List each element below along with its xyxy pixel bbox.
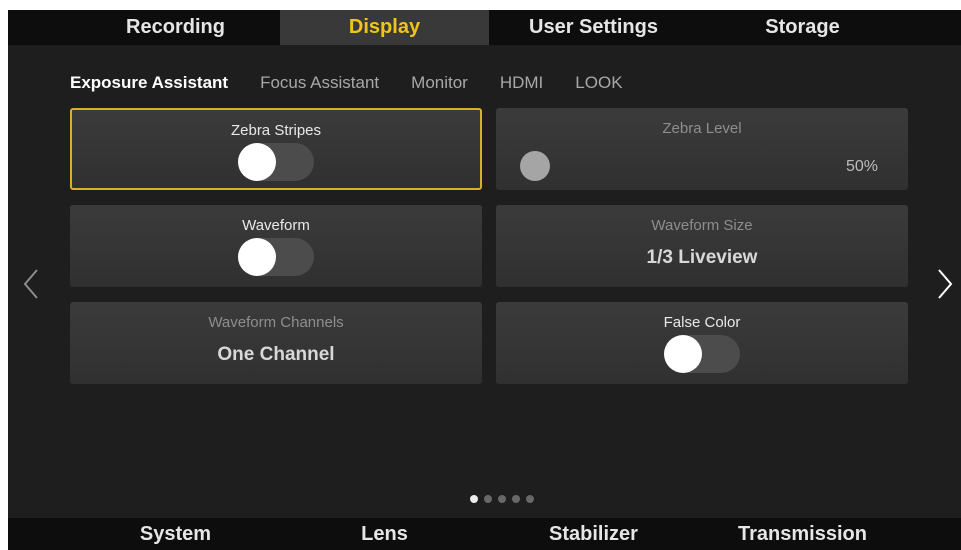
waveform-toggle[interactable]	[238, 238, 314, 276]
waveform-channels-value: One Channel	[217, 344, 335, 365]
subtab-monitor[interactable]: Monitor	[411, 73, 468, 93]
waveform-size-label: Waveform Size	[651, 217, 753, 234]
top-tab-bar: Recording Display User Settings Storage	[8, 10, 961, 45]
sub-tab-bar: Exposure Assistant Focus Assistant Monit…	[70, 73, 623, 93]
page-dot	[526, 495, 534, 503]
zebra-level-label: Zebra Level	[662, 120, 742, 137]
page-dot	[470, 495, 478, 503]
waveform-size-value: 1/3 Liveview	[646, 247, 758, 268]
tab-system[interactable]: System	[71, 518, 280, 550]
tab-transmission[interactable]: Transmission	[698, 518, 907, 550]
false-color-card[interactable]: False Color	[496, 302, 908, 384]
page-dot	[498, 495, 506, 503]
chevron-left-icon[interactable]	[22, 268, 40, 300]
bottom-tab-bar: System Lens Stabilizer Transmission	[8, 518, 961, 550]
false-color-label: False Color	[663, 314, 741, 331]
page-indicator	[470, 495, 534, 503]
zebra-level-value: 50%	[845, 158, 878, 175]
toggle-knob	[238, 238, 276, 276]
toggle-knob	[238, 143, 276, 181]
false-color-toggle[interactable]	[664, 335, 740, 373]
tab-stabilizer[interactable]: Stabilizer	[489, 518, 698, 550]
waveform-channels-label: Waveform Channels	[208, 314, 344, 331]
tab-display[interactable]: Display	[280, 10, 489, 45]
waveform-card[interactable]: Waveform	[70, 205, 482, 287]
waveform-size-card[interactable]: Waveform Size 1/3 Liveview	[496, 205, 908, 287]
zebra-level-slider-knob[interactable]	[520, 151, 550, 181]
tab-user-settings[interactable]: User Settings	[489, 10, 698, 45]
zebra-stripes-label: Zebra Stripes	[230, 122, 322, 139]
tab-storage[interactable]: Storage	[698, 10, 907, 45]
subtab-exposure-assistant[interactable]: Exposure Assistant	[70, 73, 228, 93]
subtab-focus-assistant[interactable]: Focus Assistant	[260, 73, 379, 93]
tab-lens[interactable]: Lens	[280, 518, 489, 550]
zebra-level-card[interactable]: Zebra Level 50%	[496, 108, 908, 190]
waveform-label: Waveform	[242, 217, 310, 234]
chevron-right-icon[interactable]	[936, 268, 954, 300]
page-dot	[484, 495, 492, 503]
toggle-knob	[664, 335, 702, 373]
subtab-hdmi[interactable]: HDMI	[500, 73, 543, 93]
page-dot	[512, 495, 520, 503]
camera-menu-screen: Recording Display User Settings Storage …	[8, 10, 961, 550]
zebra-stripes-card[interactable]: Zebra Stripes	[70, 108, 482, 190]
tab-recording[interactable]: Recording	[71, 10, 280, 45]
waveform-channels-card[interactable]: Waveform Channels One Channel	[70, 302, 482, 384]
zebra-stripes-toggle[interactable]	[238, 143, 314, 181]
subtab-look[interactable]: LOOK	[575, 73, 622, 93]
